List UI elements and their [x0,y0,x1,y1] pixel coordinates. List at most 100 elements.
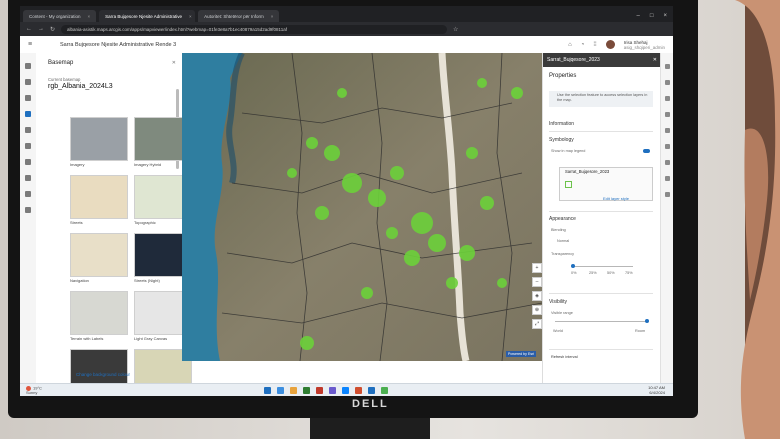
back-icon[interactable]: ← [26,26,32,32]
browser-tab[interactable]: Autoritet: Shtetëror për Inform × [198,10,280,22]
visibility-section[interactable]: Visibility [549,299,567,305]
zoom-out-button[interactable]: – [532,277,542,287]
dell-logo: DELL [352,398,389,410]
forward-icon[interactable]: → [38,26,44,32]
taskbar-app-icon[interactable] [290,387,297,394]
star-icon[interactable]: ☆ [453,26,458,33]
weather-widget[interactable]: 19°C Sunny [26,386,42,396]
appearance-section[interactable]: Appearance [549,216,576,222]
add-layer-icon[interactable] [25,63,31,69]
properties-icon[interactable] [665,64,670,69]
visible-range-slider[interactable] [555,321,647,322]
map-title: Sarra Bujqesore Njesite Administrative R… [60,41,177,48]
close-icon[interactable]: × [271,14,274,19]
basemap-thumbnail[interactable] [70,117,128,161]
address-bar: ← → ↻ albania-asistik.maps.arcgis.com/ap… [20,22,673,36]
close-icon[interactable]: × [88,14,91,19]
basemap-thumbnail-label: Imagery Hybrid [134,162,162,167]
window-controls: – □ × [637,13,673,22]
compass-button[interactable]: ◈ [532,291,542,301]
legend-toggle[interactable] [643,149,650,153]
reload-icon[interactable]: ↻ [50,26,55,33]
taskbar-apps [264,387,388,394]
transparency-knob[interactable] [571,264,575,268]
browser-tab-active[interactable]: Sarra Bujqesore Njesite Administrative × [99,10,196,22]
divider [549,293,653,294]
taskbar-app-icon[interactable] [277,387,284,394]
refresh-interval-label[interactable]: Refresh interval [551,355,578,359]
powered-by-esri[interactable]: Powered by Esri [506,351,537,357]
avatar[interactable] [605,40,615,49]
basemap-thumbnail-label: Terrain with Labels [70,336,104,341]
notifications-icon[interactable]: ◔ [581,42,585,48]
tick-label: 25% [589,271,597,275]
symbol-swatch [565,181,572,188]
labels-icon[interactable] [665,160,670,165]
taskbar-app-icon[interactable] [329,387,336,394]
filter-icon[interactable] [665,96,670,101]
taskbar-app-icon[interactable] [381,387,388,394]
layers-icon[interactable] [25,79,31,85]
forms-icon[interactable] [665,176,670,181]
transparency-label: Transparency [551,252,575,256]
basemap-thumbnail[interactable] [70,233,128,277]
close-panel-icon[interactable]: ✕ [172,60,176,66]
styles-icon[interactable] [665,80,670,85]
edit-style-link[interactable]: Edit layer style [603,196,629,201]
taskbar-app-icon[interactable] [368,387,375,394]
locate-button[interactable]: ⊕ [532,305,542,315]
basemap-thumbnail-label: Streets (Night) [134,278,160,283]
symbology-section[interactable]: Symbology [549,137,574,143]
menu-icon[interactable]: ≡ [28,41,38,48]
basemap-thumbnail[interactable] [70,291,128,335]
current-basemap-label: Current basemap [48,77,81,82]
taskbar-app-icon[interactable] [342,387,349,394]
satellite-map[interactable] [182,53,542,361]
screen: Content - My organization × Sarra Bujqeso… [20,6,673,396]
fields-icon[interactable] [665,144,670,149]
taskbar-app-icon[interactable] [303,387,310,394]
change-background-link[interactable]: Change background colour [76,372,130,377]
user-subtitle: asig_shqiperi_admin [623,44,665,50]
left-toolbar [20,53,37,383]
basemap-icon[interactable] [25,111,31,117]
legend-icon[interactable] [25,143,31,149]
tables-icon[interactable] [25,95,31,101]
divider [549,349,653,350]
taskbar: 19°C Sunny 10:47 AM 6/4/2024 [20,383,673,396]
minimize-icon[interactable]: – [637,13,640,19]
apps-grid-icon[interactable]: ⁞⁞ [593,42,596,48]
settings-icon[interactable] [25,207,31,213]
bookmarks-icon[interactable] [25,159,31,165]
tick-label: 75% [625,271,633,275]
home-icon[interactable]: ⌂ [568,42,572,48]
taskbar-app-icon[interactable] [264,387,271,394]
close-icon[interactable]: × [189,14,192,19]
map-view[interactable]: + – ◈ ⊕ ⤢ [182,53,542,361]
popups-icon[interactable] [665,128,670,133]
close-icon[interactable]: ✕ [653,57,657,63]
current-basemap-name: rgb_Albania_2024L3 [48,83,113,90]
layer-header: Sarrat_Bujqesore_2023 ✕ [543,53,661,67]
basemap-thumbnail[interactable] [70,175,128,219]
fullscreen-button[interactable]: ⤢ [532,319,542,329]
url-input[interactable]: albania-asistik.maps.arcgis.com/apps/map… [61,24,448,34]
charts-icon[interactable] [25,127,31,133]
sketch-icon[interactable] [25,175,31,181]
clustering-icon[interactable] [665,192,670,197]
tab-label: Autoritet: Shtetëror për Inform [204,13,264,19]
browser-tab[interactable]: Content - My organization × [23,10,97,22]
effects-icon[interactable] [665,112,670,117]
visible-range-knob[interactable] [645,319,649,323]
basemap-thumbnail-label: Topographic [134,220,156,225]
close-window-icon[interactable]: × [663,13,667,19]
blending-select[interactable]: Normal [557,239,569,243]
taskbar-app-icon[interactable] [316,387,323,394]
maximize-icon[interactable]: □ [650,13,654,19]
zoom-in-button[interactable]: + [532,263,542,273]
transparency-slider[interactable] [573,266,633,267]
information-section[interactable]: Information [549,121,574,127]
analysis-icon[interactable] [25,191,31,197]
taskbar-app-icon[interactable] [355,387,362,394]
clock[interactable]: 10:47 AM 6/4/2024 [648,385,665,395]
